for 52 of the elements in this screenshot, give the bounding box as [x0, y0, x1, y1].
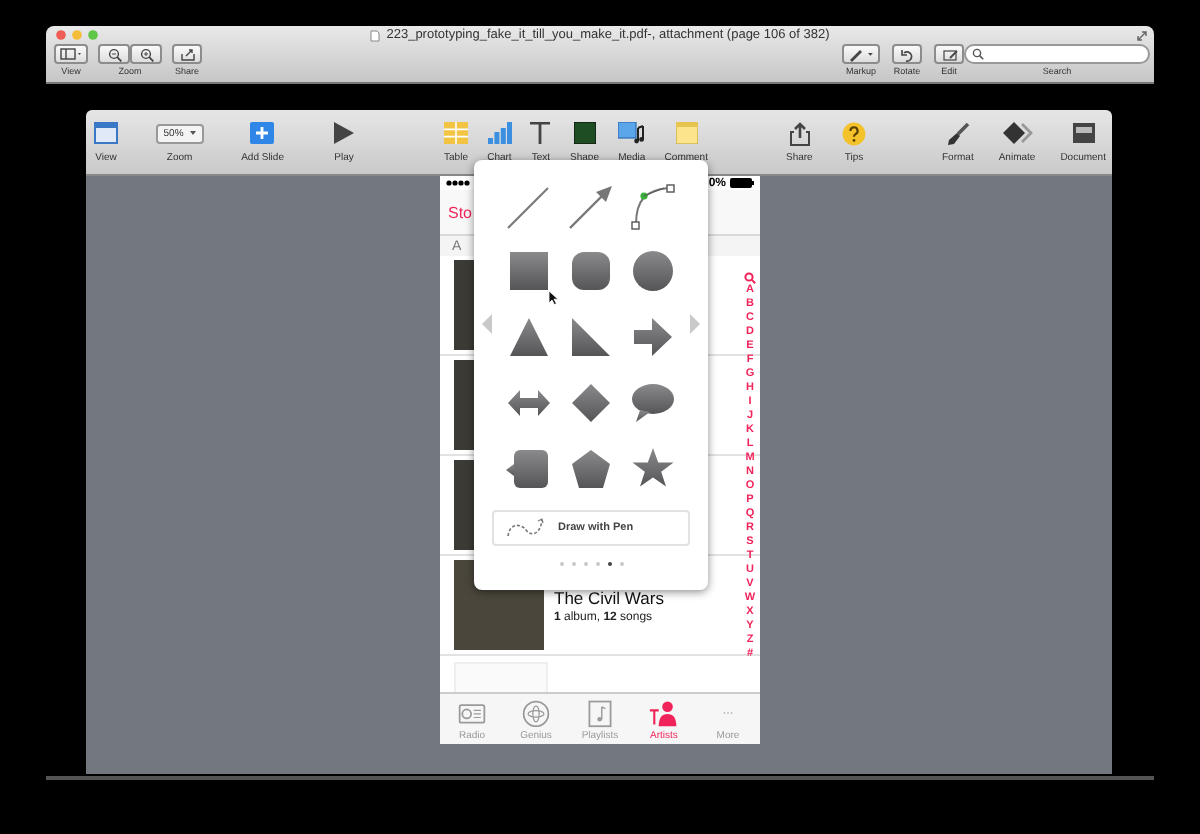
text-icon	[530, 122, 551, 144]
pentagon-shape[interactable]	[566, 444, 616, 494]
atom-icon	[518, 698, 554, 728]
view-button[interactable]	[54, 44, 88, 64]
arrow-shape[interactable]	[566, 180, 616, 230]
play-icon	[334, 122, 354, 144]
bar-chart-icon	[487, 122, 512, 144]
close-button[interactable]	[56, 30, 66, 40]
question-circle-icon	[842, 121, 866, 145]
pen-curve-icon	[506, 518, 546, 538]
search-field[interactable]	[964, 44, 1150, 64]
artist-name: The Civil Wars	[554, 587, 664, 607]
paintbrush-icon	[945, 121, 970, 145]
magnifier-icon	[139, 47, 153, 61]
zoom-out-button[interactable]	[98, 44, 130, 64]
back-link[interactable]: Sto	[448, 203, 473, 221]
table-icon	[444, 122, 468, 144]
markup-button[interactable]	[842, 44, 880, 64]
curve-shape[interactable]	[628, 180, 678, 230]
search-icon[interactable]	[744, 272, 756, 284]
circle-shape[interactable]	[628, 246, 678, 296]
battery-icon	[730, 178, 754, 188]
document-panel-icon	[1071, 122, 1096, 144]
right-triangle-shape[interactable]	[566, 312, 616, 362]
diamond-icon	[1001, 122, 1034, 144]
cursor-icon	[548, 290, 558, 306]
search-icon	[972, 48, 984, 60]
caret-icon	[189, 130, 196, 136]
document-icon	[370, 29, 381, 41]
fullscreen-icon[interactable]	[1136, 30, 1148, 42]
media-icon	[618, 122, 645, 144]
magnifier-icon	[107, 47, 121, 61]
pen-icon	[848, 47, 874, 61]
edit-button[interactable]	[934, 44, 964, 64]
rounded-square-shape[interactable]	[566, 246, 616, 296]
window-icon	[94, 122, 118, 144]
radio-icon	[454, 698, 490, 728]
callout-shape[interactable]	[504, 444, 554, 494]
share-icon	[789, 121, 810, 145]
add-slide-icon	[250, 122, 275, 144]
rotate-button[interactable]	[892, 44, 922, 64]
sidebar-icon	[60, 47, 82, 61]
signal-dots-icon	[446, 180, 474, 186]
share-icon	[179, 47, 195, 61]
person-microphone-icon	[646, 698, 682, 728]
note-icon	[675, 122, 698, 144]
zoom-in-button[interactable]	[130, 44, 162, 64]
square-shape[interactable]	[504, 246, 554, 296]
edit-icon	[941, 47, 957, 61]
rotate-icon	[900, 47, 914, 61]
share-button[interactable]	[172, 44, 202, 64]
speech-bubble-shape[interactable]	[628, 378, 678, 428]
